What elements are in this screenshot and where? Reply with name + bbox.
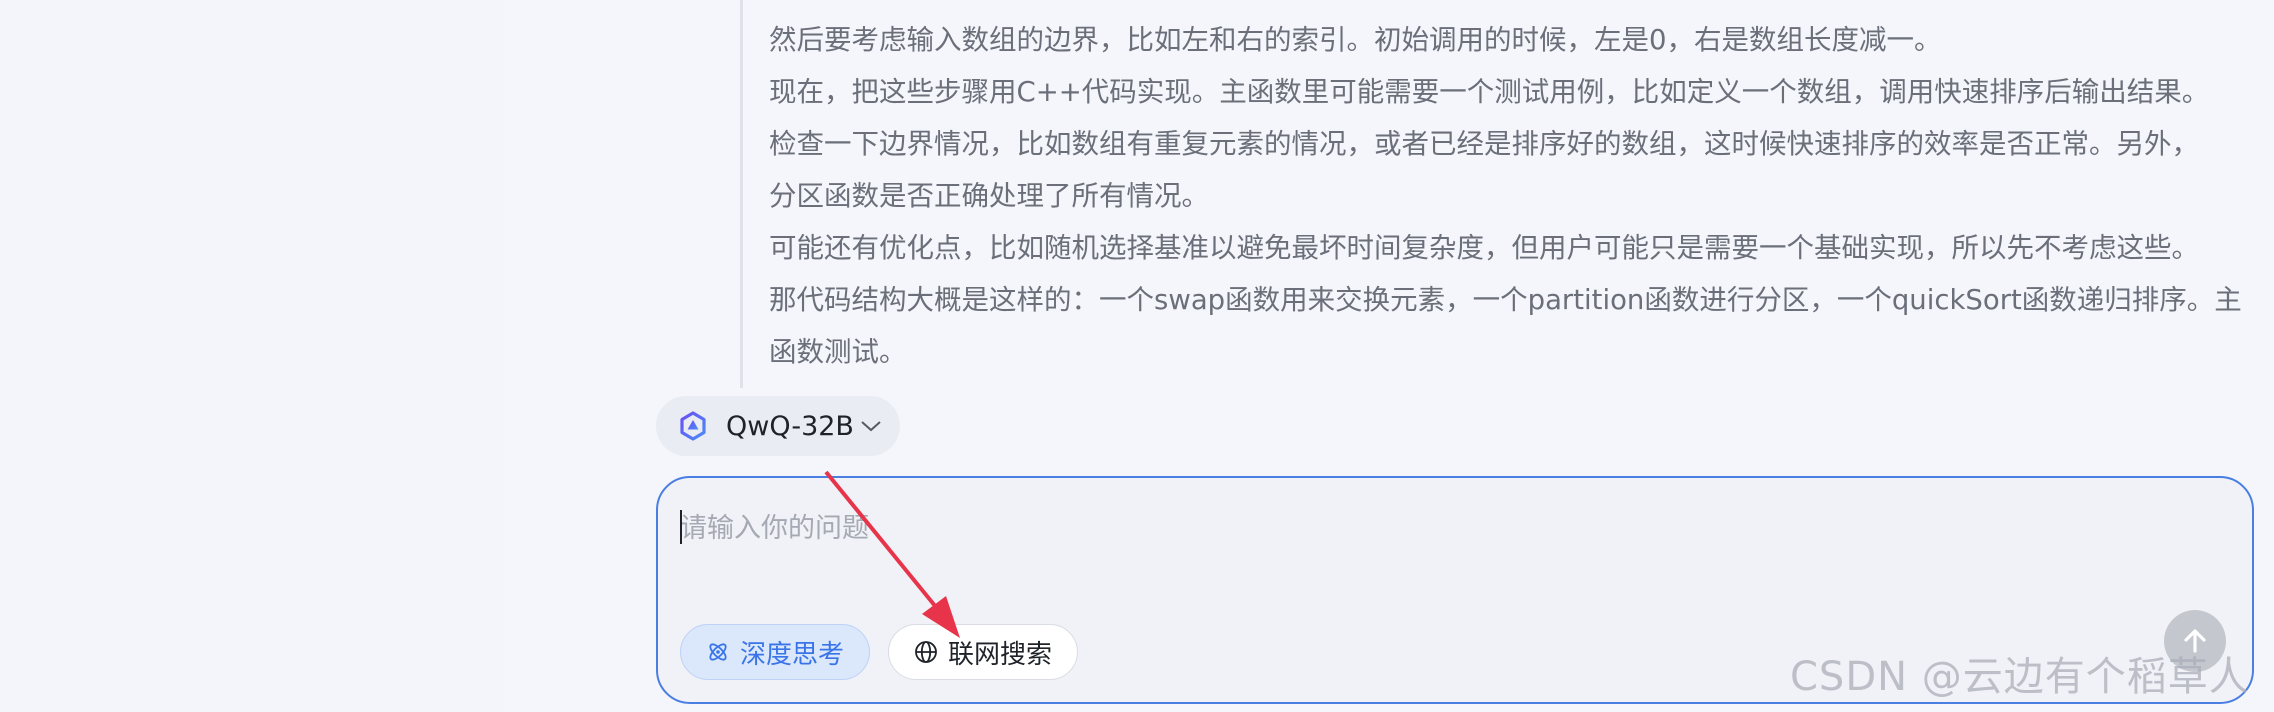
atom-icon <box>709 643 727 661</box>
thinking-line: 可能还有优化点，比如随机选择基准以避免最坏时间复杂度，但用户可能只是需要一个基础… <box>769 232 2199 264</box>
model-selector[interactable]: QwQ-32B <box>656 396 900 456</box>
thinking-line: 那代码结构大概是这样的：一个swap函数用来交换元素，一个partition函数… <box>769 284 2242 316</box>
model-name: QwQ-32B <box>726 410 854 442</box>
text-cursor <box>680 510 682 544</box>
sidebar-area <box>0 0 505 712</box>
deep-think-button[interactable]: 深度思考 <box>680 624 870 680</box>
globe-icon <box>915 641 937 663</box>
thinking-line: 现在，把这些步骤用C++代码实现。主函数里可能需要一个测试用例，比如定义一个数组… <box>769 76 2210 108</box>
web-search-label: 联网搜索 <box>947 639 1052 670</box>
web-search-button[interactable]: 联网搜索 <box>888 624 1078 680</box>
chevron-down-icon <box>861 421 881 432</box>
deep-think-label: 深度思考 <box>739 639 844 670</box>
question-input[interactable] <box>680 508 2180 548</box>
chat-page: 然后要考虑输入数组的边界，比如左和右的索引。初始调用的时候，左是0，右是数组长度… <box>0 0 2274 712</box>
watermark-text: CSDN @云边有个稻草人 <box>1790 654 2250 700</box>
qwen-logo-icon <box>680 411 706 441</box>
thinking-line: 检查一下边界情况，比如数组有重复元素的情况，或者已经是排序好的数组，这时候快速排… <box>769 128 2199 160</box>
thinking-process-block: 然后要考虑输入数组的边界，比如左和右的索引。初始调用的时候，左是0，右是数组长度… <box>740 0 2243 388</box>
thinking-line: 然后要考虑输入数组的边界，比如左和右的索引。初始调用的时候，左是0，右是数组长度… <box>769 24 1942 56</box>
thinking-line: 分区函数是否正确处理了所有情况。 <box>769 180 1209 212</box>
thinking-line: 函数测试。 <box>769 336 907 368</box>
